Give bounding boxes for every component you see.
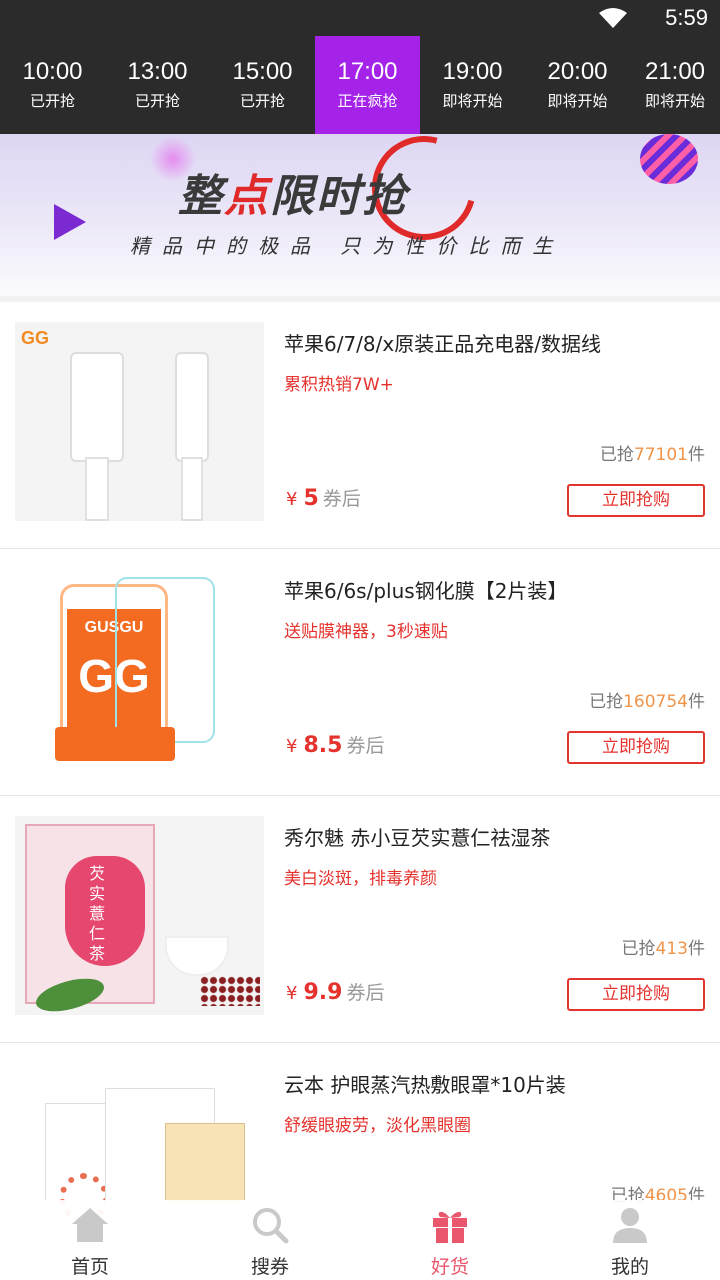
product-tag: 累积热销7W+ — [284, 375, 394, 395]
banner-title-char: 整 — [178, 171, 224, 222]
tab-time: 17:00 — [337, 58, 398, 85]
nav-mine[interactable]: 我的 — [540, 1200, 720, 1280]
product-item[interactable]: GG 苹果6/7/8/x原装正品充电器/数据线 累积热销7W+ 已抢77101件… — [0, 302, 720, 549]
tab-status: 已开抢 — [29, 92, 75, 110]
banner-title-char-red: 点 — [224, 171, 270, 222]
sold-prefix: 已抢 — [621, 939, 656, 959]
lightning-plug-shape — [175, 352, 209, 462]
tab-status: 已开抢 — [239, 92, 285, 110]
sold-suffix: 件 — [688, 445, 705, 465]
currency-symbol: ¥ — [286, 736, 298, 757]
product-price: ¥5 券后 — [286, 484, 361, 511]
sold-suffix: 件 — [688, 939, 705, 959]
sold-count: 已抢160754件 — [589, 687, 705, 712]
sold-count: 已抢77101件 — [600, 440, 705, 465]
tab-1700[interactable]: 17:00 正在疯抢 — [315, 36, 420, 134]
bottom-nav: 首页 搜券 好货 我的 — [0, 1200, 720, 1280]
tab-status: 正在疯抢 — [337, 92, 398, 110]
sold-prefix: 已抢 — [599, 445, 634, 465]
product-tag: 美白淡斑，排毒养颜 — [284, 869, 437, 889]
status-bar: 5:59 — [0, 0, 720, 36]
after-coupon-label: 券后 — [346, 735, 385, 757]
buy-now-button[interactable]: 立即抢购 — [567, 731, 705, 764]
nav-label: 好货 — [430, 1256, 469, 1278]
sold-prefix: 已抢 — [589, 692, 624, 712]
banner-slogan: 精品中的极品 只为性价比而生 — [130, 234, 565, 258]
product-tag: 送贴膜神器，3秒速贴 — [284, 622, 448, 642]
nav-label: 搜券 — [250, 1256, 289, 1278]
status-time: 5:59 — [665, 5, 708, 30]
package-art — [165, 1123, 245, 1203]
sold-number: 77101 — [633, 445, 688, 465]
nav-home[interactable]: 首页 — [0, 1200, 180, 1280]
cable-shape — [85, 457, 109, 521]
nav-label: 我的 — [610, 1256, 649, 1278]
tab-1000[interactable]: 10:00 已开抢 — [0, 36, 105, 134]
currency-symbol: ¥ — [286, 489, 298, 510]
price-value: 5 — [303, 486, 319, 511]
brand-logo: GG — [21, 328, 50, 348]
striped-ball-decor — [640, 134, 698, 184]
tab-2000[interactable]: 20:00 即将开始 — [525, 36, 630, 134]
promo-banner: 整点限时抢 精品中的极品 只为性价比而生 — [0, 134, 720, 296]
tab-2100[interactable]: 21:00 即将开始 — [630, 36, 720, 134]
tab-time: 10:00 — [22, 58, 83, 85]
wifi-icon — [599, 8, 627, 28]
nav-search-coupons[interactable]: 搜券 — [180, 1200, 360, 1280]
tab-time: 21:00 — [644, 58, 706, 85]
price-value: 9.9 — [303, 980, 343, 1005]
nav-label: 首页 — [70, 1256, 109, 1278]
product-price: ¥9.9 券后 — [286, 978, 384, 1005]
product-list: GG 苹果6/7/8/x原装正品充电器/数据线 累积热销7W+ 已抢77101件… — [0, 302, 720, 1280]
time-tabs: 10:00 已开抢 13:00 已开抢 15:00 已开抢 17:00 正在疯抢 19:… — [0, 36, 720, 134]
tab-status: 即将开始 — [644, 92, 705, 110]
tea-cup-shape — [165, 936, 229, 976]
sold-number: 160754 — [623, 692, 688, 712]
home-icon — [72, 1208, 108, 1242]
product-image-charger-cable[interactable]: GG — [15, 322, 264, 521]
stand-shape — [55, 727, 175, 761]
tab-1900[interactable]: 19:00 即将开始 — [420, 36, 525, 134]
red-beans-shape — [200, 976, 260, 1006]
tab-status: 即将开始 — [547, 92, 608, 110]
tab-status: 已开抢 — [134, 92, 180, 110]
product-name[interactable]: 苹果6/6s/plus钢化膜【2片装】 — [284, 575, 567, 604]
tab-time: 19:00 — [442, 58, 503, 85]
after-coupon-label: 券后 — [346, 982, 385, 1004]
after-coupon-label: 券后 — [322, 488, 361, 510]
tea-box-label: 芡实薏仁茶 — [89, 864, 106, 963]
product-image-tea[interactable]: 芡实薏仁茶 — [15, 816, 264, 1015]
product-name[interactable]: 秀尔魅 赤小豆芡实薏仁祛湿茶 — [284, 822, 550, 851]
product-item[interactable]: 芡实薏仁茶 秀尔魅 赤小豆芡实薏仁祛湿茶 美白淡斑，排毒养颜 已抢413件 ¥9… — [0, 796, 720, 1043]
banner-title-rest: 限时抢 — [270, 171, 408, 222]
play-triangle-icon — [54, 204, 86, 240]
currency-symbol: ¥ — [286, 983, 298, 1004]
gift-icon — [433, 1211, 467, 1243]
sold-suffix: 件 — [688, 692, 705, 712]
sold-number: 413 — [655, 939, 688, 959]
price-value: 8.5 — [303, 733, 343, 758]
tab-1300[interactable]: 13:00 已开抢 — [105, 36, 210, 134]
banner-title: 整点限时抢 — [178, 160, 408, 224]
tab-time: 15:00 — [232, 58, 293, 85]
sold-count: 已抢413件 — [622, 934, 705, 959]
tab-time: 13:00 — [127, 58, 188, 85]
product-price: ¥8.5 券后 — [286, 731, 384, 758]
cable-shape — [181, 457, 203, 521]
product-name[interactable]: 苹果6/7/8/x原装正品充电器/数据线 — [284, 328, 601, 357]
buy-now-button[interactable]: 立即抢购 — [567, 978, 705, 1011]
glass-film-shape — [115, 577, 215, 743]
usb-plug-shape — [70, 352, 124, 462]
product-name[interactable]: 云本 护眼蒸汽热敷眼罩*10片装 — [284, 1069, 566, 1098]
tab-1500[interactable]: 15:00 已开抢 — [210, 36, 315, 134]
search-icon — [253, 1208, 289, 1244]
product-image-screen-protector[interactable]: GUSGU GG — [15, 569, 264, 768]
user-icon — [613, 1208, 647, 1243]
tab-status: 即将开始 — [442, 92, 503, 110]
product-item[interactable]: GUSGU GG 苹果6/6s/plus钢化膜【2片装】 送贴膜神器，3秒速贴 … — [0, 549, 720, 796]
product-tag: 舒缓眼疲劳，淡化黑眼圈 — [284, 1116, 471, 1136]
buy-now-button[interactable]: 立即抢购 — [567, 484, 705, 517]
tab-time: 20:00 — [547, 58, 608, 85]
nav-good-deals[interactable]: 好货 — [360, 1200, 540, 1280]
